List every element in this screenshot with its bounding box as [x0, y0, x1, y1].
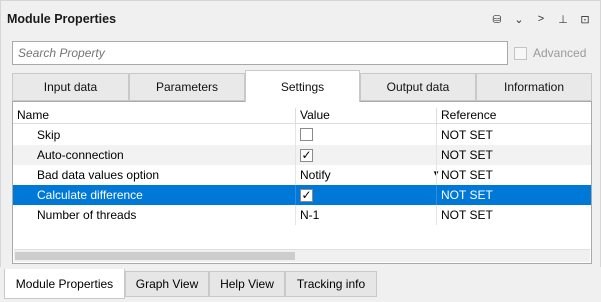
- tab-graph-view[interactable]: Graph View: [125, 271, 209, 297]
- property-name: Auto-connection: [37, 148, 124, 162]
- advanced-toggle[interactable]: Advanced: [514, 46, 586, 60]
- property-reference: NOT SET: [441, 168, 493, 182]
- chevron-right-icon[interactable]: >: [532, 10, 550, 28]
- number-of-threads-value[interactable]: N-1: [300, 208, 440, 222]
- column-header-value[interactable]: Value: [300, 108, 330, 122]
- property-row-bad-data-values-option[interactable]: Bad data values option Notify ▼ NOT SET: [13, 165, 591, 185]
- tab-output-data[interactable]: Output data: [360, 73, 476, 101]
- property-row-calculate-difference[interactable]: Calculate difference ✓ NOT SET: [13, 185, 591, 205]
- column-header-reference[interactable]: Reference: [441, 108, 496, 122]
- tab-input-data[interactable]: Input data: [12, 73, 129, 101]
- property-tabs: Input data Parameters Settings Output da…: [12, 70, 592, 102]
- chevron-down-icon[interactable]: ⌄: [510, 10, 528, 28]
- column-header-name[interactable]: Name: [17, 108, 49, 122]
- panel-title-bar: Module Properties ⛁ ⌄ > ⊥ ⊡: [1, 1, 600, 37]
- module-properties-panel: Module Properties ⛁ ⌄ > ⊥ ⊡ Advanced Inp…: [0, 0, 601, 267]
- cell-divider: [436, 185, 437, 205]
- cell-divider: [436, 165, 437, 185]
- title-bar-icons: ⛁ ⌄ > ⊥ ⊡: [484, 10, 594, 28]
- grid-header: Name Value Reference: [13, 107, 591, 125]
- horizontal-scrollbar[interactable]: [14, 249, 590, 262]
- maximize-icon[interactable]: ⊡: [576, 10, 594, 28]
- property-reference: NOT SET: [441, 128, 493, 142]
- cell-divider: [436, 145, 437, 165]
- tab-parameters[interactable]: Parameters: [129, 73, 245, 101]
- bad-data-dropdown[interactable]: Notify ▼: [300, 168, 440, 182]
- property-value: [300, 128, 440, 144]
- tab-module-properties[interactable]: Module Properties: [4, 269, 125, 299]
- tab-settings[interactable]: Settings: [245, 70, 360, 102]
- search-property-input[interactable]: [12, 41, 508, 65]
- property-name: Skip: [37, 128, 61, 142]
- panel-title: Module Properties: [7, 12, 117, 26]
- cell-divider: [295, 185, 296, 205]
- database-settings-icon[interactable]: ⛁: [488, 10, 506, 28]
- skip-checkbox[interactable]: [300, 128, 313, 141]
- cell-divider: [295, 145, 296, 165]
- property-value: ✓: [300, 148, 440, 162]
- tab-information[interactable]: Information: [476, 73, 592, 101]
- property-name: Number of threads: [37, 208, 137, 222]
- property-reference: NOT SET: [441, 208, 493, 222]
- property-row-auto-connection[interactable]: Auto-connection ✓ NOT SET: [13, 145, 591, 165]
- scrollbar-thumb[interactable]: [15, 252, 295, 260]
- bottom-panel-tabs: Module Properties Graph View Help View T…: [0, 269, 601, 302]
- property-row-skip[interactable]: Skip NOT SET: [13, 125, 591, 145]
- property-value: ✓: [300, 188, 440, 202]
- column-divider[interactable]: [436, 108, 437, 125]
- cell-divider: [295, 125, 296, 145]
- advanced-checkbox[interactable]: [514, 46, 527, 60]
- cell-divider: [436, 125, 437, 145]
- pin-icon[interactable]: ⊥: [554, 10, 572, 28]
- property-name: Bad data values option: [37, 168, 160, 182]
- settings-property-grid: Name Value Reference Skip NOT SET Auto-c…: [12, 101, 592, 264]
- property-name: Calculate difference: [37, 188, 143, 202]
- property-reference: NOT SET: [441, 188, 493, 202]
- calculate-difference-checkbox[interactable]: ✓: [300, 188, 313, 202]
- cell-divider: [295, 165, 296, 185]
- dropdown-value: Notify: [300, 168, 331, 182]
- property-reference: NOT SET: [441, 148, 493, 162]
- column-divider[interactable]: [295, 108, 296, 125]
- auto-connection-checkbox[interactable]: ✓: [300, 148, 313, 162]
- cell-divider: [295, 205, 296, 225]
- cell-divider: [436, 205, 437, 225]
- tab-help-view[interactable]: Help View: [209, 271, 285, 297]
- property-row-number-of-threads[interactable]: Number of threads N-1 NOT SET: [13, 205, 591, 225]
- tab-tracking-info[interactable]: Tracking info: [285, 271, 377, 297]
- advanced-label: Advanced: [533, 46, 587, 60]
